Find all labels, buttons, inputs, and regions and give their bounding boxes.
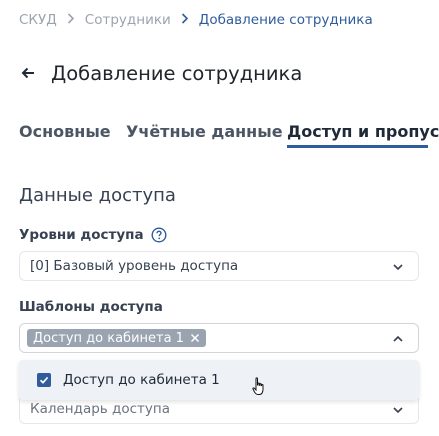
checkbox-checked[interactable] bbox=[37, 373, 51, 387]
dropdown-option[interactable]: Доступ до кабинета 1 bbox=[19, 360, 419, 400]
section-title: Данные доступа bbox=[19, 185, 176, 206]
arrow-left-icon[interactable] bbox=[21, 65, 37, 81]
chevron-right-icon bbox=[181, 13, 189, 27]
close-icon[interactable] bbox=[190, 333, 200, 343]
active-tab-indicator bbox=[287, 145, 428, 148]
breadcrumb-item-skud[interactable]: СКУД bbox=[19, 12, 57, 28]
chevron-up-icon bbox=[392, 333, 404, 345]
access-levels-label-text: Уровни доступа bbox=[19, 227, 144, 243]
access-levels-label: Уровни доступа bbox=[19, 227, 167, 243]
access-levels-value: [0] Базовый уровень доступа bbox=[30, 258, 239, 274]
chevron-right-icon bbox=[67, 13, 75, 27]
hand-pointer-icon bbox=[252, 377, 266, 396]
breadcrumb-item-employees[interactable]: Сотрудники bbox=[85, 12, 171, 28]
access-levels-select[interactable]: [0] Базовый уровень доступа bbox=[19, 251, 419, 281]
access-templates-dropdown: Доступ до кабинета 1 bbox=[19, 360, 419, 400]
question-circle-icon[interactable] bbox=[151, 227, 167, 243]
chevron-down-icon bbox=[392, 261, 404, 273]
tabs: Основные Учётные данные Доступ и пропуск bbox=[0, 110, 439, 150]
dropdown-option-label: Доступ до кабинета 1 bbox=[63, 372, 220, 388]
breadcrumb: СКУД Сотрудники Добавление сотрудника bbox=[19, 11, 373, 29]
page-title: Добавление сотрудника bbox=[51, 61, 303, 85]
access-templates-label-text: Шаблоны доступа bbox=[19, 299, 163, 315]
access-calendar-placeholder: Календарь доступа bbox=[30, 401, 171, 417]
access-templates-label: Шаблоны доступа bbox=[19, 299, 163, 315]
breadcrumb-current: Добавление сотрудника bbox=[198, 12, 373, 28]
page-header: Добавление сотрудника bbox=[21, 60, 302, 86]
tab-basic[interactable]: Основные bbox=[19, 122, 111, 141]
chevron-down-icon bbox=[392, 404, 404, 416]
chip-label: Доступ до кабинета 1 bbox=[33, 330, 184, 346]
tab-access-and-pass[interactable]: Доступ и пропуск bbox=[287, 122, 439, 141]
selected-template-chip: Доступ до кабинета 1 bbox=[27, 329, 206, 347]
tab-credentials[interactable]: Учётные данные bbox=[126, 122, 283, 141]
access-templates-select[interactable]: Доступ до кабинета 1 bbox=[19, 323, 419, 353]
